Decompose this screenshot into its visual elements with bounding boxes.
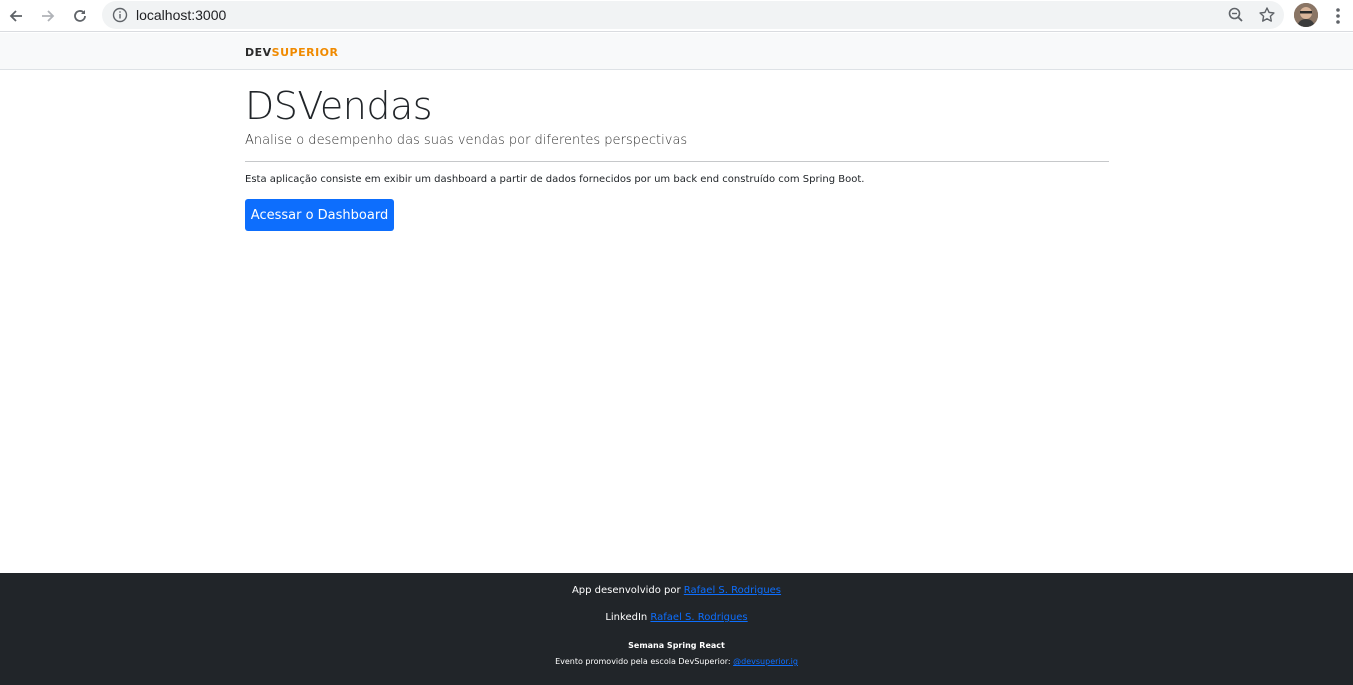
kebab-menu-icon[interactable]: [1328, 4, 1348, 28]
dashboard-button[interactable]: Acessar o Dashboard: [245, 199, 394, 231]
page-title: DSVendas: [245, 84, 433, 128]
footer-dev-line: App desenvolvido por Rafael S. Rodrigues: [0, 585, 1353, 596]
footer-dev-prefix: App desenvolvido por: [571, 585, 684, 596]
page-subtitle: Analise o desempenho das suas vendas por…: [245, 133, 688, 148]
divider: [245, 161, 1109, 162]
footer-event-link[interactable]: @devsuperior.ig: [733, 657, 798, 666]
footer-linkedin-link[interactable]: Rafael S. Rodrigues: [650, 612, 747, 623]
site-navbar: DEVSUPERIOR: [0, 33, 1353, 70]
footer-event-prefix: Evento promovido pela escola DevSuperior…: [555, 657, 734, 666]
forward-arrow-icon[interactable]: [36, 4, 60, 28]
footer: App desenvolvido por Rafael S. Rodrigues…: [0, 573, 1353, 685]
star-icon[interactable]: [1257, 5, 1277, 25]
back-arrow-icon[interactable]: [4, 4, 28, 28]
brand-dev-text: DEV: [245, 46, 272, 59]
footer-linkedin-prefix: LinkedIn: [605, 612, 651, 623]
reload-icon[interactable]: [68, 4, 92, 28]
footer-event-title: Semana Spring React: [628, 641, 725, 650]
url-text[interactable]: localhost:3000: [136, 7, 226, 23]
browser-toolbar: localhost:3000: [0, 0, 1353, 32]
zoom-icon[interactable]: [1226, 5, 1246, 25]
footer-linkedin-line: LinkedIn Rafael S. Rodrigues: [0, 612, 1353, 623]
brand-superior-text: SUPERIOR: [271, 46, 339, 59]
avatar[interactable]: [1294, 3, 1318, 27]
address-bar[interactable]: localhost:3000: [102, 1, 1284, 29]
info-icon[interactable]: [112, 7, 128, 23]
footer-event-line: Evento promovido pela escola DevSuperior…: [0, 657, 1353, 666]
page-description: Esta aplicação consiste em exibir um das…: [245, 174, 865, 185]
footer-dev-link[interactable]: Rafael S. Rodrigues: [684, 585, 781, 596]
brand-logo[interactable]: DEVSUPERIOR: [245, 46, 339, 59]
